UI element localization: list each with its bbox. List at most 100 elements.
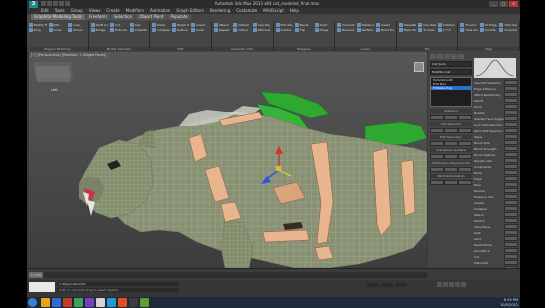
- ribbon-tool-button[interactable]: Loop: [68, 23, 86, 27]
- rollout-button[interactable]: [458, 115, 472, 120]
- ribbon-tool-button[interactable]: Cut: [110, 23, 128, 27]
- ribbon-tool-button[interactable]: Build End: [376, 28, 394, 32]
- ribbon-tool-button[interactable]: QSlice: [233, 28, 251, 32]
- ribbon-tool-button[interactable]: Tessellate: [398, 23, 416, 27]
- ribbon-tool-button[interactable]: Shrink: [68, 28, 86, 32]
- ribbon-tool-button[interactable]: Extrude: [110, 28, 128, 32]
- taskbar-app-icon[interactable]: [118, 298, 127, 307]
- start-button[interactable]: [28, 298, 37, 307]
- rollout-button[interactable]: [458, 128, 472, 133]
- ribbon-tool-button[interactable]: Make Planar: [398, 28, 416, 32]
- ribbon-tool-button[interactable]: Outline: [275, 28, 294, 32]
- option-control[interactable]: [504, 104, 518, 109]
- ribbon-tool-button[interactable]: Detach: [233, 23, 251, 27]
- system-tray-clock[interactable]: 8:35 PM 10/5/2012: [500, 298, 518, 307]
- option-control[interactable]: [504, 236, 518, 241]
- option-control[interactable]: [504, 80, 518, 85]
- option-control[interactable]: [504, 218, 518, 223]
- maxscript-listener[interactable]: [29, 282, 55, 292]
- ribbon-tool-button[interactable]: Inset: [314, 23, 333, 27]
- option-control[interactable]: [504, 182, 518, 187]
- modifier-stack-item[interactable]: Editable Poly: [431, 86, 471, 90]
- rollout-button[interactable]: [444, 167, 458, 172]
- close-button[interactable]: ×: [509, 1, 518, 7]
- ribbon-tool-button[interactable]: Chamfer: [129, 28, 147, 32]
- ribbon-tool-button[interactable]: Inset: [191, 28, 209, 32]
- modifier-list-dropdown[interactable]: Modifier List: [430, 69, 472, 75]
- viewport-scene[interactable]: [29, 52, 427, 268]
- option-control[interactable]: [504, 212, 518, 217]
- ribbon-tool-button[interactable]: Cap Poly: [252, 23, 270, 27]
- ribbon-tool-button[interactable]: Bridge: [90, 28, 109, 32]
- taskbar-app-icon[interactable]: [63, 298, 72, 307]
- option-control[interactable]: [504, 134, 518, 139]
- perspective-viewport[interactable]: [+] [Perspective] [Realistic + Edged Fac…: [29, 52, 427, 268]
- ribbon-tab-selection[interactable]: Selection: [110, 14, 136, 20]
- ribbon-tool-button[interactable]: Connect: [337, 23, 355, 27]
- option-control[interactable]: [504, 170, 518, 175]
- ribbon-tool-button[interactable]: Outline: [171, 28, 190, 32]
- rollout-button[interactable]: [458, 154, 472, 159]
- ribbon-tool-button[interactable]: Use Displace: [418, 23, 436, 27]
- option-control[interactable]: [504, 248, 518, 253]
- ribbon-tool-button[interactable]: Modify Mode: [29, 23, 47, 27]
- go-to-end-icon[interactable]: [461, 282, 466, 287]
- rollout-button[interactable]: [444, 154, 458, 159]
- ribbon-tab-graphite-modeling-tools[interactable]: Graphite Modeling Tools: [31, 14, 86, 20]
- ribbon-tool-button[interactable]: Extrude: [275, 23, 294, 27]
- rollout-header[interactable]: Soft Selection: [430, 122, 472, 126]
- option-control[interactable]: [504, 122, 518, 127]
- rollout-button[interactable]: [444, 128, 458, 133]
- y-coordinate-field[interactable]: [381, 283, 393, 287]
- time-slider[interactable]: 0 / 100: [29, 272, 43, 278]
- option-control[interactable]: [504, 200, 518, 205]
- ribbon-tool-button[interactable]: Remove: [337, 28, 355, 32]
- option-control[interactable]: [504, 146, 518, 151]
- rollout-button[interactable]: [430, 115, 444, 120]
- create-tab-icon[interactable]: [430, 54, 436, 59]
- rollout-button[interactable]: [458, 167, 472, 172]
- display-tab-icon[interactable]: [458, 54, 464, 59]
- rollout-button[interactable]: [430, 154, 444, 159]
- object-name-field[interactable]: Cat_body: [430, 61, 472, 67]
- ribbon-tool-button[interactable]: Relax: [152, 23, 170, 27]
- go-to-start-icon[interactable]: [437, 282, 442, 287]
- rollout-button[interactable]: [430, 167, 444, 172]
- rollout-header[interactable]: Selection: [430, 109, 472, 113]
- ribbon-tool-button[interactable]: Cap: [129, 23, 148, 27]
- save-icon[interactable]: [53, 1, 58, 6]
- rollout-button[interactable]: [430, 128, 444, 133]
- option-control[interactable]: [504, 158, 518, 163]
- ribbon-tool-button[interactable]: Target Weld: [171, 23, 189, 27]
- option-control[interactable]: [504, 224, 518, 229]
- z-coordinate-field[interactable]: [395, 283, 407, 287]
- taskbar-app-icon[interactable]: [52, 298, 61, 307]
- ribbon-tab-freeform[interactable]: Freeform: [86, 14, 110, 20]
- x-coordinate-field[interactable]: [367, 283, 379, 287]
- rollout-button[interactable]: [458, 180, 472, 185]
- option-control[interactable]: [504, 188, 518, 193]
- viewport-label[interactable]: [+] [Perspective] [Realistic + Edged Fac…: [31, 53, 106, 57]
- rollout-button[interactable]: [444, 180, 458, 185]
- ribbon-tool-button[interactable]: MSmooth: [252, 28, 270, 32]
- viewcube-icon[interactable]: [414, 62, 424, 72]
- rollout-button[interactable]: [444, 115, 458, 120]
- taskbar-app-icon[interactable]: [140, 298, 149, 307]
- ribbon-tool-button[interactable]: Subdivide: [437, 23, 455, 27]
- ribbon-tool-button[interactable]: To Grid: [460, 23, 478, 27]
- ribbon-tool-button[interactable]: Properties: [499, 28, 517, 32]
- open-icon[interactable]: [47, 1, 52, 6]
- rollout-button[interactable]: [430, 141, 444, 146]
- option-control[interactable]: [504, 152, 518, 157]
- ribbon-tab-object-paint[interactable]: Object Paint: [136, 14, 167, 20]
- rollout-header[interactable]: Paint Deformation: [430, 174, 472, 178]
- option-control[interactable]: [504, 242, 518, 247]
- ribbon-tool-button[interactable]: Grow: [48, 28, 67, 32]
- taskbar-app-icon[interactable]: [85, 298, 94, 307]
- option-control[interactable]: [504, 230, 518, 235]
- app-logo-icon[interactable]: 3: [29, 1, 38, 8]
- ribbon-tool-button[interactable]: Unhide: [479, 28, 498, 32]
- ribbon-tool-button[interactable]: Hinge: [314, 28, 333, 32]
- ribbon-tool-button[interactable]: Insert: [191, 23, 209, 27]
- option-control[interactable]: [504, 98, 518, 103]
